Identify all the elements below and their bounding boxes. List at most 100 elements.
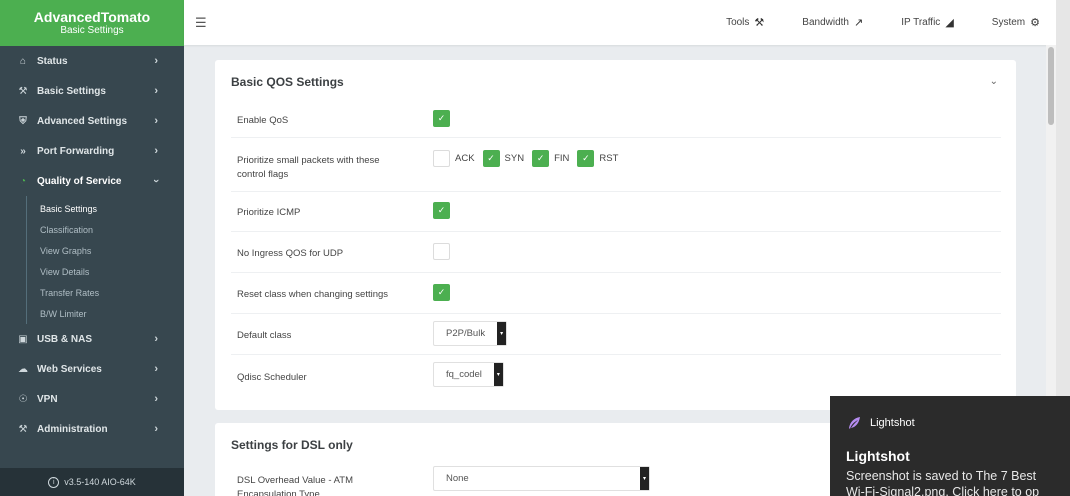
chart-line-icon: ↗ <box>854 17 864 29</box>
topnav-ip-traffic[interactable]: IP Traffic ◢ <box>901 16 954 29</box>
topnav-label: Bandwidth <box>802 17 849 28</box>
sidebar-item-administration[interactable]: ⚒ Administration › <box>0 414 184 444</box>
fast-forward-icon: » <box>20 145 26 157</box>
flag-ack[interactable]: ACK <box>433 150 475 167</box>
subnav-view-graphs[interactable]: View Graphs <box>27 240 184 261</box>
prioritize-icmp-checkbox[interactable]: ✓ <box>433 202 450 219</box>
sidebar-item-usb-nas[interactable]: ▣ USB & NAS › <box>0 324 184 354</box>
sidebar-item-vpn[interactable]: ☉ VPN › <box>0 384 184 414</box>
top-bar: ☰ Tools ⚒ Bandwidth ↗ IP Traffic ◢ Syste… <box>184 0 1056 45</box>
fin-label: FIN <box>554 153 570 164</box>
no-ingress-udp-checkbox[interactable] <box>433 243 450 260</box>
syn-label: SYN <box>504 153 525 164</box>
brand-header[interactable]: AdvancedTomato Basic Settings <box>0 0 184 46</box>
dropdown-arrow-icon: ▾ <box>493 363 503 386</box>
topnav-label: System <box>991 17 1026 28</box>
subnav-transfer-rates[interactable]: Transfer Rates <box>27 282 184 303</box>
topnav-label: IP Traffic <box>901 17 941 28</box>
no-ingress-udp-label: No Ingress QOS for UDP <box>237 248 344 259</box>
enable-qos-checkbox[interactable]: ✓ <box>433 110 450 127</box>
sidebar-item-label: Port Forwarding <box>37 145 115 157</box>
topnav-label: Tools <box>726 17 750 28</box>
qdisc-select[interactable]: fq_codel ▾ <box>433 362 504 387</box>
chevron-right-icon: › <box>154 333 158 345</box>
wrench-icon: ⚒ <box>18 423 28 435</box>
toast-app-name: Lightshot <box>870 417 915 429</box>
version-footer: i v3.5-140 AIO-64K <box>0 468 184 496</box>
subnav-basic-settings[interactable]: Basic Settings <box>27 198 184 219</box>
default-class-label: Default class <box>237 330 292 341</box>
dropdown-arrow-icon: ▾ <box>497 322 507 345</box>
prioritize-flags-label: Prioritize small packets with these cont… <box>237 155 380 180</box>
subnav-bw-limiter[interactable]: B/W Limiter <box>27 303 184 324</box>
row-enable-qos: Enable QoS ✓ <box>231 104 1001 138</box>
toast-line-2: Wi-Fi-Signal2.png. Click here to op <box>846 485 1040 496</box>
chevron-right-icon: › <box>154 363 158 375</box>
wrench-icon: ⚒ <box>18 85 28 97</box>
toast-line-1: Screenshot is saved to The 7 Best <box>846 469 1037 483</box>
subnav-classification[interactable]: Classification <box>27 219 184 240</box>
panel-title: Basic QOS Settings <box>231 75 344 89</box>
hamburger-menu-icon[interactable]: ☰ <box>195 15 207 31</box>
chevron-right-icon: › <box>154 85 158 97</box>
fin-checkbox[interactable]: ✓ <box>532 150 550 167</box>
topnav-system[interactable]: System ⚙ <box>992 16 1040 29</box>
sidebar-nav-lower: ▣ USB & NAS › ☁ Web Services › ☉ VPN › ⚒… <box>0 324 184 444</box>
sidebar: AdvancedTomato Basic Settings ⌂ Status ›… <box>0 0 184 496</box>
chevron-down-icon[interactable]: ⌄ <box>990 76 998 87</box>
sidebar-item-label: Advanced Settings <box>37 115 128 127</box>
reset-class-checkbox[interactable]: ✓ <box>433 284 450 301</box>
info-icon: i <box>48 476 60 488</box>
basic-qos-panel: Basic QOS Settings ⌄ Enable QoS ✓ Priori… <box>215 60 1016 410</box>
flag-rst[interactable]: ✓ RST <box>577 150 618 167</box>
sidebar-item-basic-settings[interactable]: ⚒ Basic Settings › <box>0 76 184 106</box>
chevron-right-icon: › <box>154 393 158 405</box>
rst-label: RST <box>599 153 619 164</box>
qos-subnav: Basic Settings Classification View Graph… <box>26 196 184 324</box>
dsl-overhead-label: DSL Overhead Value - ATM Encapsulation T… <box>237 475 353 496</box>
topnav-bandwidth[interactable]: Bandwidth ↗ <box>802 16 863 29</box>
enable-qos-label: Enable QoS <box>237 115 289 126</box>
sidebar-item-advanced-settings[interactable]: ⛨ Advanced Settings › <box>0 106 184 136</box>
feather-icon <box>849 417 860 429</box>
sidebar-item-label: Status <box>37 55 68 67</box>
qdisc-label: Qdisc Scheduler <box>237 372 307 383</box>
cloud-icon: ☁ <box>18 363 28 375</box>
area-chart-icon: ◢ <box>945 17 954 29</box>
brand-subtitle: Basic Settings <box>60 25 124 36</box>
sidebar-item-label: Basic Settings <box>37 85 106 97</box>
sidebar-item-label: USB & NAS <box>37 333 93 345</box>
row-reset-class: Reset class when changing settings ✓ <box>231 273 1001 314</box>
shield-icon: ⛨ <box>19 115 27 127</box>
ack-label: ACK <box>455 153 475 164</box>
top-nav: Tools ⚒ Bandwidth ↗ IP Traffic ◢ System … <box>688 0 1040 45</box>
dropdown-arrow-icon: ▾ <box>640 467 649 490</box>
home-icon: ⌂ <box>19 55 27 67</box>
sidebar-item-status[interactable]: ⌂ Status › <box>0 46 184 76</box>
sidebar-item-quality-of-service[interactable]: ◔ Quality of Service › <box>0 166 184 196</box>
drive-icon: ▣ <box>18 333 28 345</box>
panel-title: Settings for DSL only <box>231 438 353 452</box>
row-no-ingress-udp: No Ingress QOS for UDP <box>231 232 1001 273</box>
rst-checkbox[interactable]: ✓ <box>577 150 595 167</box>
sidebar-item-label: Web Services <box>37 363 102 375</box>
flag-syn[interactable]: ✓ SYN <box>482 150 525 167</box>
topnav-tools[interactable]: Tools ⚒ <box>726 16 764 29</box>
ack-checkbox[interactable] <box>433 150 450 167</box>
dsl-overhead-select[interactable]: None ▾ <box>433 466 650 491</box>
lightshot-notification[interactable]: Lightshot Lightshot Screenshot is saved … <box>830 396 1070 496</box>
sidebar-item-port-forwarding[interactable]: » Port Forwarding › <box>0 136 184 166</box>
scrollbar-thumb[interactable] <box>1048 47 1054 125</box>
sidebar-nav: ⌂ Status › ⚒ Basic Settings › ⛨ Advanced… <box>0 46 184 196</box>
subnav-view-details[interactable]: View Details <box>27 261 184 282</box>
syn-checkbox[interactable]: ✓ <box>482 150 500 167</box>
prioritize-icmp-label: Prioritize ICMP <box>237 207 301 218</box>
flag-fin[interactable]: ✓ FIN <box>532 150 569 167</box>
sidebar-item-label: Quality of Service <box>37 175 122 187</box>
toast-app-header: Lightshot <box>847 416 915 430</box>
tools-icon: ⚒ <box>754 17 765 29</box>
default-class-select[interactable]: P2P/Bulk ▾ <box>433 321 508 346</box>
sidebar-item-web-services[interactable]: ☁ Web Services › <box>0 354 184 384</box>
chevron-right-icon: › <box>154 423 158 435</box>
default-class-value: P2P/Bulk <box>446 328 486 339</box>
